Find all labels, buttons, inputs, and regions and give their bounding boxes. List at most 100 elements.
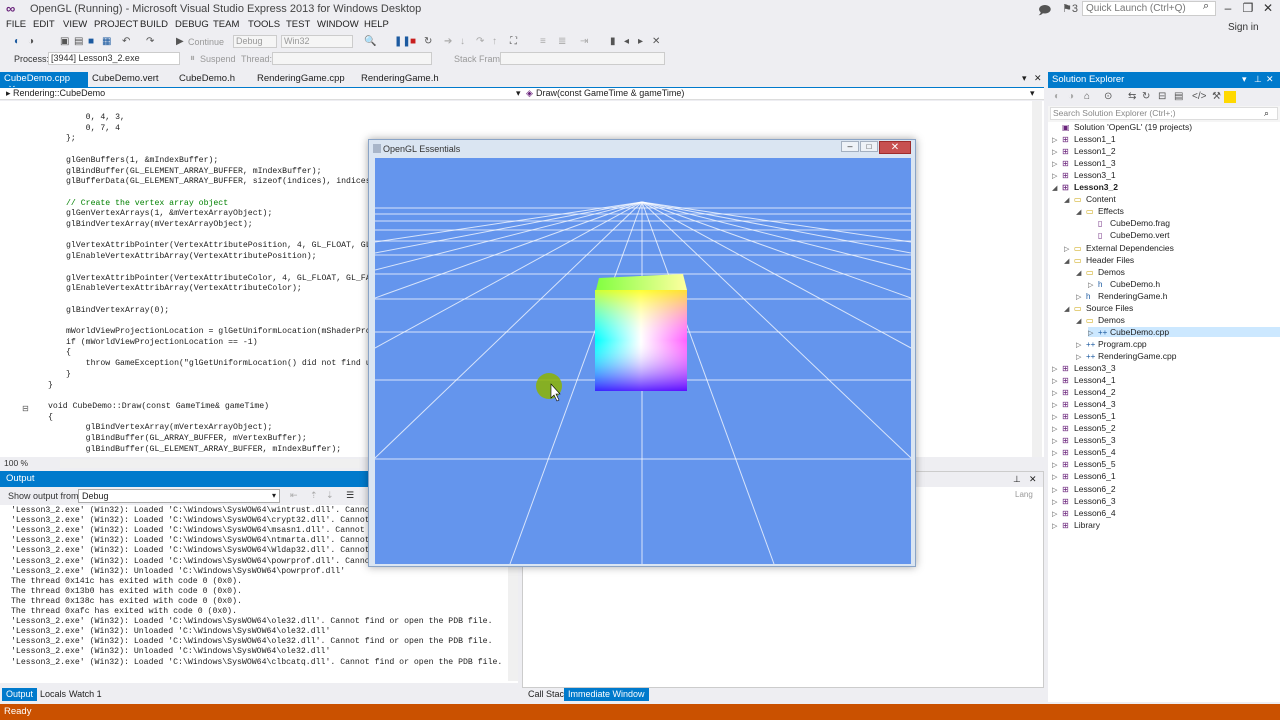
menu-view[interactable]: VIEW: [63, 19, 87, 30]
member-dropdown[interactable]: Draw(const GameTime & gameTime): [536, 88, 684, 98]
expand-arrow-icon[interactable]: ▷: [1052, 401, 1062, 409]
expand-arrow-icon[interactable]: ▷: [1052, 437, 1062, 445]
view-code-icon[interactable]: </>: [1192, 91, 1206, 102]
expand-arrow-icon[interactable]: ▷: [1052, 486, 1062, 494]
menu-debug[interactable]: DEBUG: [175, 19, 209, 30]
collapse-arrow-icon[interactable]: ◢: [1064, 257, 1074, 265]
prev-bookmark-icon[interactable]: ◂: [624, 36, 629, 47]
class-scope-dropdown[interactable]: ▸ Rendering::CubeDemo: [6, 88, 105, 99]
sign-in-link[interactable]: Sign in: [1228, 22, 1259, 33]
tab-cubedemo-vert[interactable]: CubeDemo.vert: [88, 72, 163, 87]
tree-item[interactable]: ◢ ▭ Effects: [1076, 206, 1280, 216]
refresh-icon[interactable]: ↻: [1142, 91, 1150, 102]
stack-frame-dropdown[interactable]: [500, 52, 665, 65]
menu-edit[interactable]: EDIT: [33, 19, 55, 30]
tree-item[interactable]: ▷ ⊞ Library: [1052, 520, 1280, 530]
tree-item[interactable]: ▷ ⊞ Lesson5_1: [1052, 411, 1280, 421]
expand-arrow-icon[interactable]: ▷: [1088, 281, 1098, 289]
tree-item[interactable]: ◢ ▭ Source Files: [1064, 303, 1280, 313]
expand-arrow-icon[interactable]: ▷: [1088, 329, 1098, 337]
thread-dropdown[interactable]: [272, 52, 432, 65]
clear-bookmarks-icon[interactable]: ✕: [652, 36, 660, 47]
maximize-window-button[interactable]: ❐: [1238, 1, 1258, 15]
minimize-window-button[interactable]: –: [1218, 1, 1238, 15]
menu-window[interactable]: WINDOW: [317, 19, 359, 30]
next-bookmark-icon[interactable]: ▸: [638, 36, 643, 47]
opengl-viewport[interactable]: [375, 158, 911, 564]
tree-item[interactable]: ▯ CubeDemo.frag: [1088, 218, 1280, 228]
new-project-icon[interactable]: ▣: [60, 36, 69, 47]
collapse-arrow-icon[interactable]: ◢: [1076, 269, 1086, 277]
preview-selected-icon[interactable]: [1224, 91, 1236, 103]
tree-item[interactable]: ◢ ▭ Content: [1064, 194, 1280, 204]
tree-item[interactable]: ▷ ⊞ Lesson5_3: [1052, 435, 1280, 445]
expand-arrow-icon[interactable]: ▷: [1076, 341, 1086, 349]
expand-arrow-icon[interactable]: ▷: [1052, 425, 1062, 433]
save-all-icon[interactable]: ▦: [102, 36, 111, 47]
tree-item[interactable]: ◢ ▭ Header Files: [1064, 255, 1280, 265]
tree-item[interactable]: ▷ ⊞ Lesson5_4: [1052, 447, 1280, 457]
expand-arrow-icon[interactable]: ▷: [1076, 293, 1086, 301]
comment-icon[interactable]: ≡: [540, 36, 546, 47]
tree-item[interactable]: ◢ ▭ Demos: [1076, 267, 1280, 277]
continue-button[interactable]: Continue: [188, 37, 224, 47]
class-scope-dropdown-arrow-icon[interactable]: ▾: [516, 88, 521, 99]
tree-item[interactable]: ▷ ++ Program.cpp: [1076, 339, 1280, 349]
expand-arrow-icon[interactable]: ▷: [1064, 245, 1074, 253]
pending-changes-filter-icon[interactable]: ⊙: [1104, 91, 1112, 102]
redo-icon[interactable]: ↷: [146, 36, 154, 47]
show-all-files-icon[interactable]: ▤: [1174, 91, 1183, 102]
menu-file[interactable]: FILE: [6, 19, 26, 30]
tree-item[interactable]: ▷ ⊞ Lesson6_2: [1052, 484, 1280, 494]
tree-item[interactable]: ▷ ⊞ Lesson5_2: [1052, 423, 1280, 433]
find-message-icon[interactable]: ⇤: [290, 490, 298, 501]
tree-item[interactable]: ▷ ++ CubeDemo.cpp: [1088, 326, 1280, 337]
tree-item[interactable]: ▷ ++ RenderingGame.cpp: [1076, 351, 1280, 361]
close-window-button[interactable]: ✕: [1258, 1, 1278, 15]
collapse-arrow-icon[interactable]: ◢: [1064, 305, 1074, 313]
clear-all-icon[interactable]: ☰: [346, 490, 354, 501]
restart-icon[interactable]: ↻: [424, 36, 432, 47]
tree-item[interactable]: ▷ ⊞ Lesson6_3: [1052, 496, 1280, 506]
uncomment-icon[interactable]: ≣: [558, 36, 566, 47]
tree-item[interactable]: ◢ ▭ Demos: [1076, 315, 1280, 325]
open-file-icon[interactable]: ▤: [74, 36, 83, 47]
hex-display-icon[interactable]: ⛶: [510, 36, 517, 47]
save-icon[interactable]: ■: [88, 36, 94, 47]
gl-maximize-button[interactable]: □: [860, 141, 878, 152]
back-icon[interactable]: ◐: [14, 36, 20, 47]
prev-message-icon[interactable]: ⇡: [310, 490, 318, 501]
expand-arrow-icon[interactable]: ▷: [1052, 172, 1062, 180]
forward-icon[interactable]: ◑: [28, 36, 34, 47]
continue-play-icon[interactable]: ▶: [176, 36, 184, 47]
editor-horizontal-scrollbar[interactable]: [60, 459, 360, 468]
home-icon[interactable]: ⌂: [1084, 91, 1090, 102]
menu-tools[interactable]: TOOLS: [248, 19, 280, 30]
forward-icon[interactable]: ◑: [1068, 91, 1074, 102]
step-out-icon[interactable]: ↑: [492, 36, 497, 47]
tab-overflow-icon[interactable]: ▾: [1022, 73, 1027, 84]
tree-item[interactable]: ◢ ⊞ Lesson3_2: [1052, 182, 1280, 192]
member-dropdown-arrow-icon[interactable]: ▾: [1030, 88, 1035, 99]
tree-item[interactable]: ▷ ⊞ Lesson3_3: [1052, 363, 1280, 373]
suspend-button[interactable]: Suspend: [200, 54, 236, 64]
menu-team[interactable]: TEAM: [213, 19, 239, 30]
tree-item[interactable]: ▷ ⊞ Lesson6_1: [1052, 471, 1280, 481]
expand-arrow-icon[interactable]: ▷: [1052, 365, 1062, 373]
solution-platform-dropdown[interactable]: Win32: [281, 35, 353, 48]
undo-icon[interactable]: ↶: [122, 36, 130, 47]
menu-help[interactable]: HELP: [364, 19, 389, 30]
sync-icon[interactable]: ⇆: [1128, 91, 1136, 102]
indent-icon[interactable]: ⇥: [580, 36, 588, 47]
tab-watch-1[interactable]: Watch 1: [65, 688, 106, 701]
menu-test[interactable]: TEST: [286, 19, 310, 30]
tree-item[interactable]: ▷ ⊞ Lesson5_5: [1052, 459, 1280, 469]
find-in-files-icon[interactable]: 🔍: [364, 36, 376, 47]
dropdown-arrow-icon[interactable]: ▾: [272, 491, 276, 500]
tree-item[interactable]: ▷ h CubeDemo.h: [1088, 279, 1280, 289]
tree-item[interactable]: ▷ ⊞ Lesson4_2: [1052, 387, 1280, 397]
expand-arrow-icon[interactable]: ▷: [1052, 377, 1062, 385]
panel-menu-icon[interactable]: ▾: [1242, 74, 1247, 85]
bookmark-icon[interactable]: ▮: [610, 36, 616, 47]
break-all-icon[interactable]: ❚❚: [394, 36, 411, 47]
